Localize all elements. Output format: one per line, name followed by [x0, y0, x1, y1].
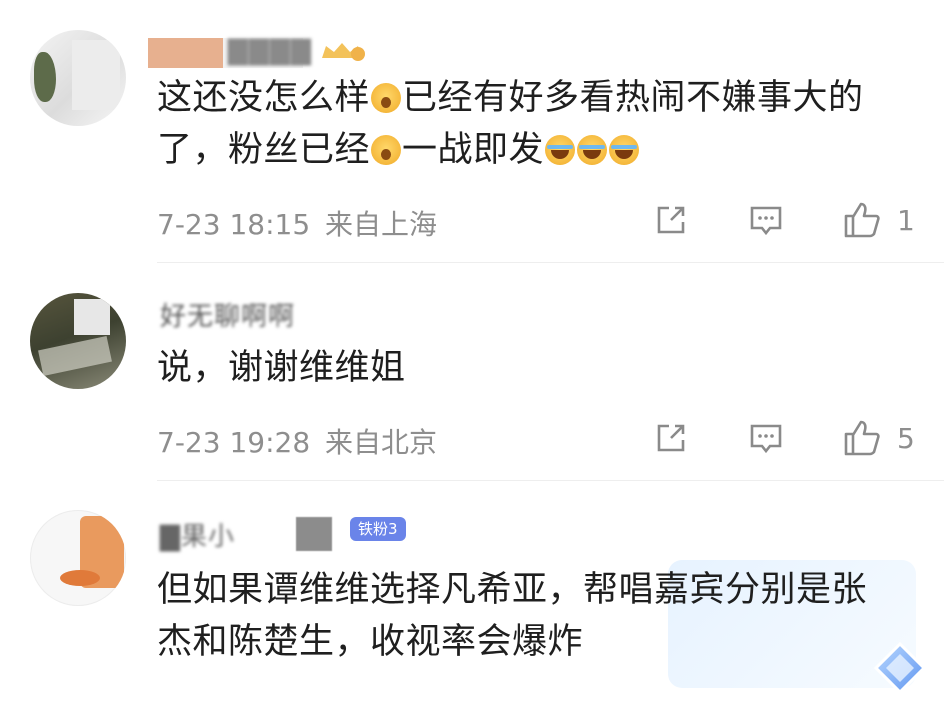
share-button[interactable]: [651, 200, 691, 240]
comment-text: 这还没怎么样 已经有好多看热闹不嫌事大的了，粉丝已经 一战即发: [157, 78, 864, 170]
username[interactable]: ▇果小: [160, 516, 235, 553]
like-button[interactable]: [842, 200, 882, 240]
diamond-icon: [873, 641, 927, 695]
comment-text: 说，谢谢维维姐: [157, 348, 406, 388]
like-count: 5: [897, 422, 915, 455]
thumbs-up-icon: [844, 202, 880, 238]
laugh-tears-emoji-icon: [545, 135, 576, 165]
comment-icon: [750, 424, 782, 454]
username[interactable]: 好无聊啊啊: [160, 296, 295, 333]
comment-actions: 1: [0, 200, 944, 244]
divider: [157, 480, 944, 481]
avatar[interactable]: [30, 510, 126, 606]
avatar[interactable]: [30, 30, 126, 126]
share-icon: [657, 424, 685, 452]
username[interactable]: ▇▇▇▇: [228, 36, 312, 66]
comment-actions: 5: [0, 418, 944, 462]
username-mask: [148, 38, 223, 68]
surprised-emoji-icon: [371, 83, 402, 113]
share-icon: [657, 206, 685, 234]
thumbs-up-icon: [844, 420, 880, 456]
laugh-tears-emoji-icon: [577, 135, 608, 165]
comment-text: 但如果谭维维选择凡希亚，帮唱嘉宾分别是张杰和陈楚生，收视率会爆炸: [157, 570, 868, 662]
avatar[interactable]: [30, 293, 126, 389]
crown-icon: [322, 43, 365, 61]
like-count: 1: [897, 204, 915, 237]
laugh-tears-emoji-icon: [609, 135, 640, 165]
comment-button[interactable]: [746, 200, 786, 240]
like-button[interactable]: [842, 418, 882, 458]
username-mask: [296, 517, 332, 551]
comment-button[interactable]: [746, 418, 786, 458]
divider: [157, 262, 944, 263]
comment-icon: [750, 206, 782, 236]
surprised-emoji-icon: [371, 135, 402, 165]
fan-badge: 铁粉3: [350, 517, 406, 541]
share-button[interactable]: [651, 418, 691, 458]
